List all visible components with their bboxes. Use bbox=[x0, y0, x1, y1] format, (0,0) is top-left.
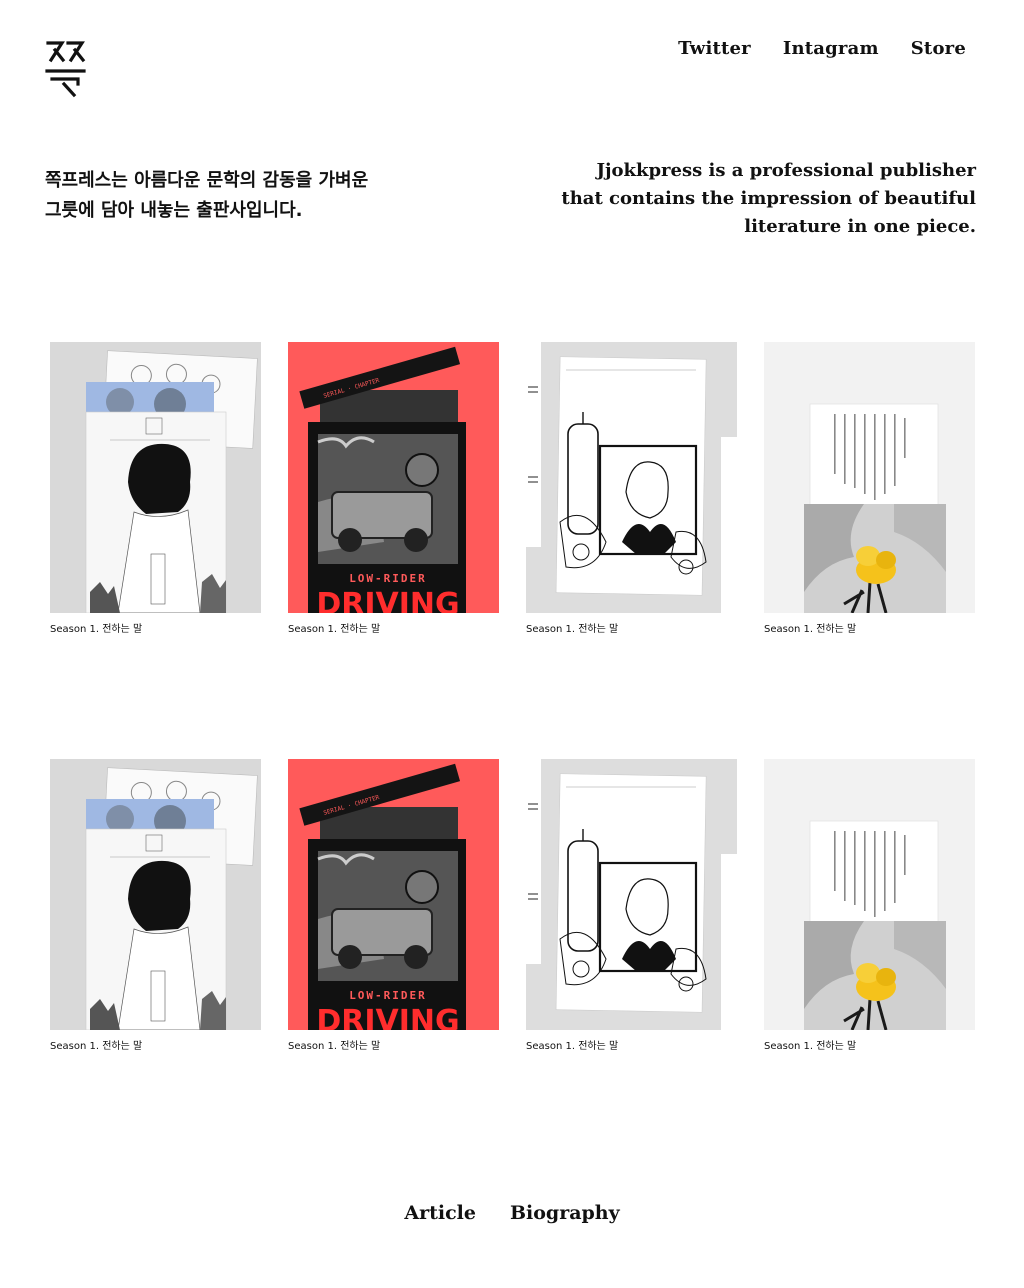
book-cover-image bbox=[764, 759, 975, 1030]
nav-store-link[interactable]: Store bbox=[911, 38, 966, 59]
book-card[interactable]: SERIAL · CHAPTER LOW-RIDER DRIVING Seaso… bbox=[288, 342, 499, 637]
book-caption: Season 1. 전하는 말 bbox=[50, 1041, 143, 1052]
book-cover-image bbox=[50, 342, 261, 613]
book-caption: Season 1. 전하는 말 bbox=[764, 624, 857, 635]
intro-korean-line: 쪽프레스는 아름다운 문학의 감동을 가벼운 bbox=[45, 170, 369, 191]
top-nav: Twitter Intagram Store bbox=[678, 38, 966, 59]
book-grid-row-1: Season 1. 전하는 말 SERIAL · CHAPTER LOW-RID… bbox=[50, 342, 976, 637]
book-caption: Season 1. 전하는 말 bbox=[526, 1041, 619, 1052]
book-cover-image bbox=[764, 342, 975, 613]
intro-english-line: Jjokkpress is a professional publisher bbox=[596, 160, 976, 181]
intro-english-line: that contains the impression of beautifu… bbox=[561, 188, 976, 209]
intro-korean: 쪽프레스는 아름다운 문학의 감동을 가벼운 그릇에 담아 내놓는 출판사입니다… bbox=[45, 166, 425, 226]
book-cover-image: SERIAL · CHAPTER LOW-RIDER DRIVING bbox=[288, 759, 499, 1030]
book-card[interactable]: Season 1. 전하는 말 bbox=[526, 342, 737, 637]
book-caption: Season 1. 전하는 말 bbox=[764, 1041, 857, 1052]
book-card[interactable]: Season 1. 전하는 말 bbox=[526, 759, 737, 1054]
svg-text:DRIVING: DRIVING bbox=[316, 1004, 459, 1030]
nav-instagram-link[interactable]: Intagram bbox=[783, 38, 879, 59]
book-card[interactable]: Season 1. 전하는 말 bbox=[50, 342, 261, 637]
book-caption: Season 1. 전하는 말 bbox=[526, 624, 619, 635]
intro-english-line: literature in one piece. bbox=[744, 216, 976, 237]
book-card[interactable]: SERIAL · CHAPTER LOW-RIDER DRIVING Seaso… bbox=[288, 759, 499, 1054]
book-caption: Season 1. 전하는 말 bbox=[288, 624, 381, 635]
book-grid-row-2: Season 1. 전하는 말 SERIAL · CHAPTER LOW-RID… bbox=[50, 759, 976, 1054]
jjok-logo-icon bbox=[44, 38, 88, 98]
book-card[interactable]: Season 1. 전하는 말 bbox=[764, 342, 975, 637]
intro-english: Jjokkpress is a professional publisher t… bbox=[536, 157, 976, 241]
book-card[interactable]: Season 1. 전하는 말 bbox=[764, 759, 975, 1054]
nav-twitter-link[interactable]: Twitter bbox=[678, 38, 751, 59]
footer-article-link[interactable]: Article bbox=[404, 1202, 476, 1224]
footer-biography-link[interactable]: Biography bbox=[510, 1202, 620, 1224]
footer-nav: Article Biography bbox=[0, 1202, 1024, 1224]
book-cover-image bbox=[526, 342, 737, 613]
book-cover-image bbox=[50, 759, 261, 1030]
book-caption: Season 1. 전하는 말 bbox=[288, 1041, 381, 1052]
book-cover-image bbox=[526, 759, 737, 1030]
book-card[interactable]: Season 1. 전하는 말 bbox=[50, 759, 261, 1054]
book-cover-image: SERIAL · CHAPTER LOW-RIDER DRIVING bbox=[288, 342, 499, 613]
book-caption: Season 1. 전하는 말 bbox=[50, 624, 143, 635]
home-logo-link[interactable] bbox=[44, 38, 88, 98]
svg-text:DRIVING: DRIVING bbox=[316, 587, 459, 613]
intro-korean-line: 그릇에 담아 내놓는 출판사입니다. bbox=[45, 200, 303, 221]
svg-text:LOW-RIDER: LOW-RIDER bbox=[349, 989, 427, 1002]
svg-text:LOW-RIDER: LOW-RIDER bbox=[349, 572, 427, 585]
